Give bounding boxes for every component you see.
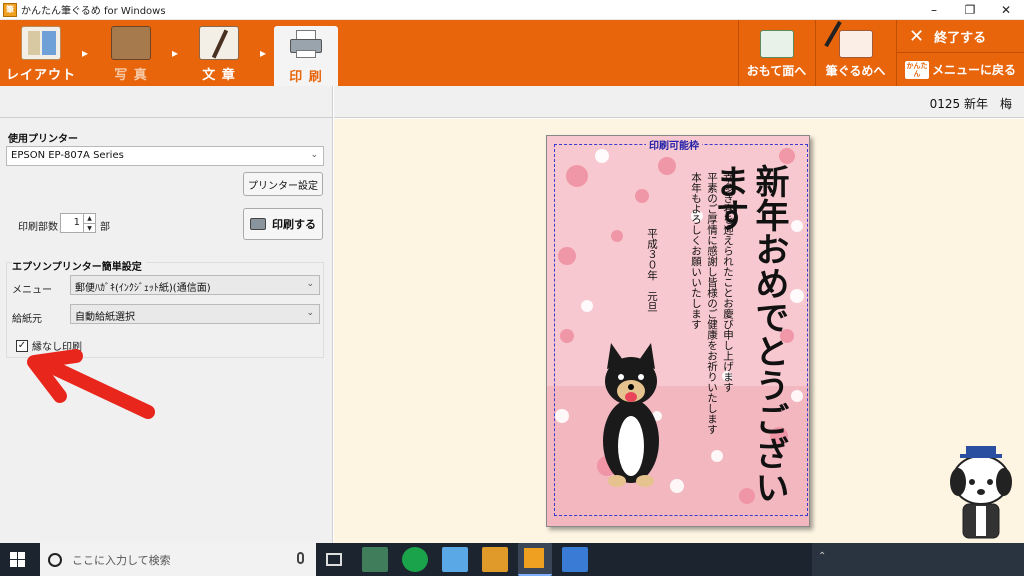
feed-field-label: 給紙元 — [12, 314, 42, 325]
copies-unit: 部 — [100, 222, 110, 233]
copies-value: 1 — [73, 217, 80, 228]
printer-select-value: EPSON EP-807A Series — [11, 150, 124, 161]
layout-icon — [21, 26, 61, 60]
back-to-menu-label: メニューに戻る — [932, 63, 1017, 77]
print-settings-panel: 使用プリンター EPSON EP-807A Series ⌄ プリンター設定 印… — [0, 86, 333, 543]
stepper-up-icon[interactable]: ▲ — [83, 214, 95, 223]
window-title: かんたん筆ぐるめ for Windows — [21, 6, 166, 17]
printer-icon — [250, 218, 266, 230]
print-button[interactable]: 印刷する — [243, 208, 323, 240]
step-layout-button[interactable]: レイアウト — [6, 24, 76, 86]
chevron-down-icon: ⌄ — [306, 308, 314, 318]
panel-header — [0, 86, 332, 118]
step-print-tab[interactable]: 印 刷 — [274, 26, 338, 86]
step-layout-label: レイアウト — [6, 68, 77, 83]
omote-button[interactable]: おもて面へ — [738, 20, 814, 86]
step-print-label: 印 刷 — [289, 70, 323, 85]
photo-icon — [111, 26, 151, 60]
feed-select[interactable]: 自動給紙選択 ⌄ — [70, 304, 320, 324]
taskbar-app-icon[interactable] — [402, 547, 428, 572]
exit-button[interactable]: ✕ 終了する — [896, 20, 1024, 53]
printer-select[interactable]: EPSON EP-807A Series ⌄ — [6, 146, 324, 166]
step-text-label: 文 章 — [202, 68, 236, 83]
search-placeholder: ここに入力して検索 — [72, 553, 171, 567]
taskbar-fudegurume-active[interactable] — [518, 543, 552, 576]
brush-icon — [824, 20, 873, 58]
step-photo-button[interactable]: 写 真 — [96, 24, 166, 86]
omote-label: おもて面へ — [746, 64, 807, 78]
printer-icon — [286, 28, 326, 62]
text-icon — [199, 26, 239, 60]
mascot-dog-icon — [950, 446, 1012, 539]
title-bar: 筆 かんたん筆ぐるめ for Windows – ❐ ✕ — [0, 0, 1024, 20]
cortana-icon — [48, 552, 62, 567]
chevron-up-icon[interactable]: ⌃ — [818, 551, 826, 562]
exit-label: 終了する — [934, 30, 987, 46]
chevron-down-icon: ⌄ — [310, 150, 318, 160]
taskbar-app-icon[interactable] — [362, 547, 388, 572]
maximize-button[interactable]: ❐ — [952, 0, 988, 20]
windows-taskbar: ここに入力して検索 ⌃ — [0, 543, 1024, 576]
epson-section-label: エプソンプリンター簡単設定 — [12, 258, 146, 273]
taskbar-search[interactable]: ここに入力して検索 — [40, 543, 316, 576]
printer-settings-button[interactable]: プリンター設定 — [243, 172, 323, 196]
chevron-down-icon: ⌄ — [306, 279, 314, 289]
printable-area-frame — [554, 144, 808, 516]
stepper-down-icon[interactable]: ▼ — [83, 223, 95, 232]
taskbar-app-icon[interactable] — [562, 547, 588, 572]
chevron-right-icon: ▸ — [82, 46, 89, 60]
copies-label: 印刷部数 — [18, 222, 58, 233]
feed-select-value: 自動給紙選択 — [75, 312, 135, 323]
copies-stepper[interactable]: 1 ▲ ▼ — [60, 213, 96, 233]
printer-section-label: 使用プリンター — [8, 134, 78, 145]
back-to-menu-button[interactable]: かんたん メニューに戻る — [896, 53, 1024, 86]
system-tray: ⌃ — [812, 543, 1024, 576]
chevron-right-icon: ▸ — [172, 46, 179, 60]
app-icon: 筆 — [3, 2, 17, 17]
print-button-label: 印刷する — [272, 218, 316, 231]
printable-area-label: 印刷可能枠 — [646, 137, 702, 152]
task-view-icon[interactable] — [326, 553, 342, 566]
minimize-button[interactable]: – — [916, 0, 952, 20]
menu-field-label: メニュー — [12, 285, 52, 296]
windows-start-icon[interactable] — [10, 552, 25, 567]
postcard-front-icon — [759, 30, 794, 58]
menu-badge: かんたん — [905, 60, 929, 79]
document-name: 0125 新年 梅 — [929, 97, 1012, 111]
taskbar-app-icon[interactable] — [482, 547, 508, 572]
fudegurume-app-icon — [524, 548, 544, 568]
close-icon: ✕ — [909, 25, 925, 47]
taskbar-app-icon[interactable] — [442, 547, 468, 572]
step-photo-label: 写 真 — [114, 68, 148, 83]
document-header: 0125 新年 梅 — [334, 86, 1024, 118]
close-window-button[interactable]: ✕ — [988, 0, 1024, 20]
menu-select[interactable]: 郵便ﾊｶﾞｷ(ｲﾝｸｼﾞｪｯﾄ紙)(通信面) ⌄ — [70, 275, 320, 295]
step-text-button[interactable]: 文 章 — [184, 24, 254, 86]
fudegurume-label: 筆ぐるめへ — [825, 64, 886, 78]
chevron-right-icon: ▸ — [260, 46, 267, 60]
fudegurume-button[interactable]: 筆ぐるめへ — [815, 20, 895, 86]
main-toolbar: レイアウト ▸ 写 真 ▸ 文 章 ▸ 印 刷 おもて面へ 筆ぐるめへ ✕ 終了… — [0, 20, 1024, 86]
red-arrow-annotation — [27, 349, 155, 419]
microphone-icon[interactable] — [297, 552, 304, 564]
menu-select-value: 郵便ﾊｶﾞｷ(ｲﾝｸｼﾞｪｯﾄ紙)(通信面) — [75, 283, 211, 294]
